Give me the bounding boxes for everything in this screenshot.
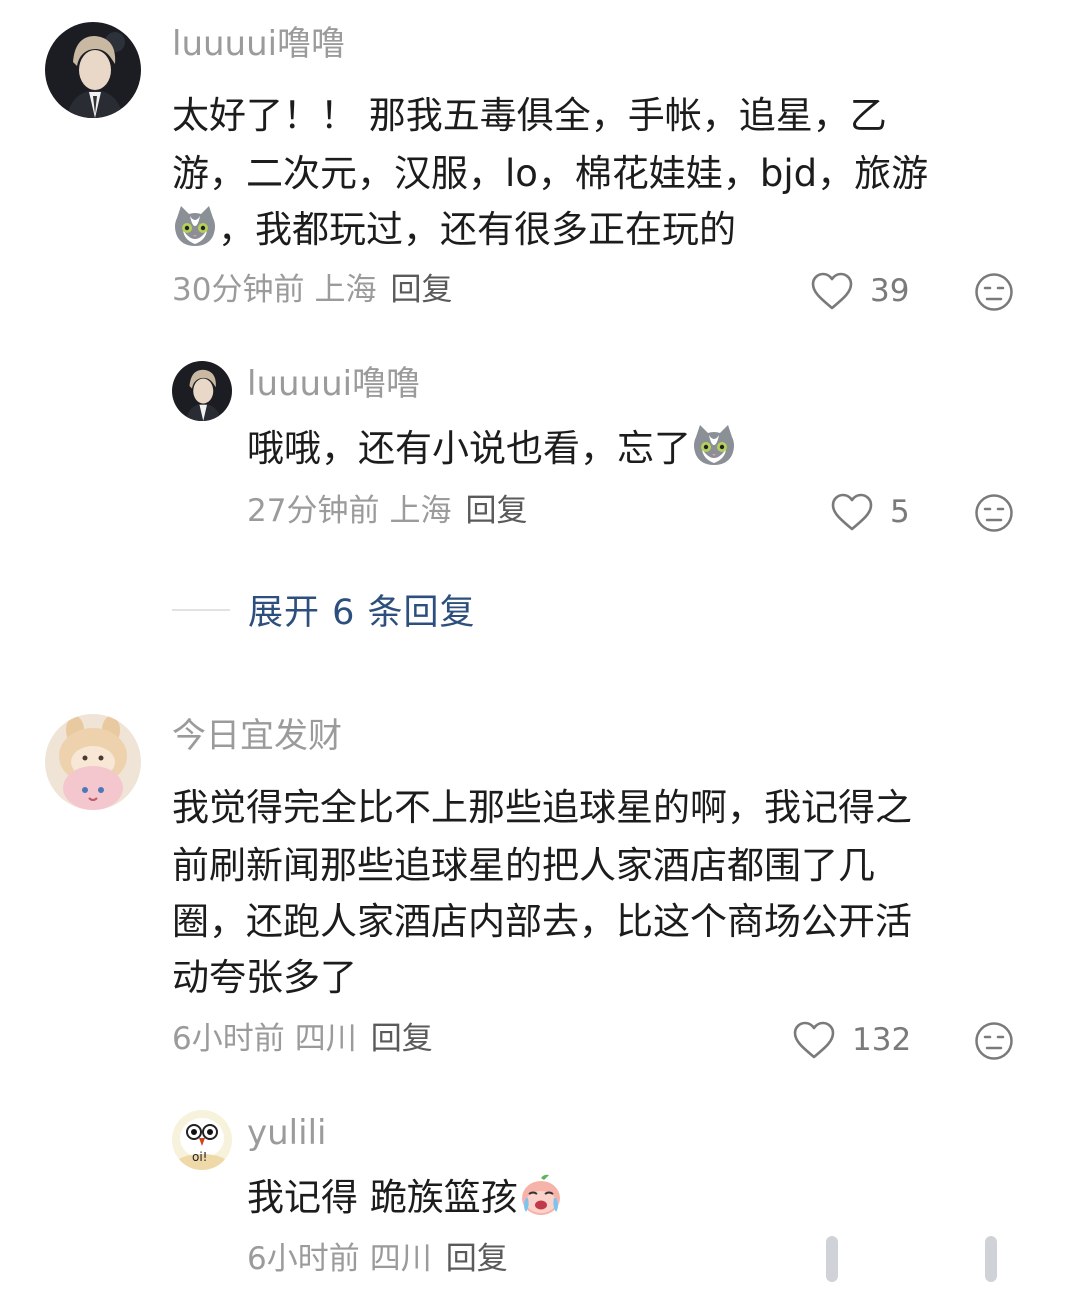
reply-text: 我记得 跪族篮孩 — [247, 1170, 564, 1226]
comment-text-line: ，我都玩过，还有很多正在玩的 — [218, 208, 736, 251]
heart-outline-icon — [811, 272, 853, 310]
heart-outline-icon — [831, 493, 873, 531]
avatar-luuuui[interactable] — [172, 361, 232, 421]
comment-username[interactable]: luuuui噜噜 — [172, 24, 345, 65]
reply-meta: 27分钟前 上海 回复 — [247, 493, 527, 530]
reply-button[interactable]: 回复 — [390, 272, 452, 308]
reply-text-content: 我记得 跪族篮孩 — [247, 1176, 518, 1219]
comment-username[interactable]: 今日宜发财 — [172, 716, 342, 757]
reply-username[interactable]: yulili — [247, 1113, 326, 1154]
expand-replies-button[interactable]: 展开 6 条回复 — [172, 584, 476, 635]
reply-button[interactable]: 回复 — [465, 493, 527, 529]
reply-username[interactable]: luuuui噜噜 — [247, 364, 420, 405]
cat-sticker-icon — [172, 204, 218, 250]
avatar-luuuui[interactable] — [45, 22, 141, 118]
scrollbar-handle[interactable] — [985, 1236, 997, 1282]
expand-replies-label: 展开 6 条回复 — [248, 593, 476, 633]
comment-text: 我觉得完全比不上那些追球星的啊，我记得之 前刷新闻那些追球星的把人家酒店都围了几… — [172, 780, 912, 1006]
neutral-face-icon — [975, 494, 1013, 532]
avatar-text: oi! — [192, 1150, 208, 1164]
crying-peach-sticker-icon — [518, 1172, 564, 1218]
like-count: 132 — [852, 1022, 912, 1058]
dislike-button[interactable] — [974, 1021, 1014, 1061]
like-count: 39 — [870, 273, 910, 309]
neutral-face-icon — [975, 273, 1013, 311]
scrollbar-handle[interactable] — [826, 1236, 838, 1282]
reply-text-content: 哦哦，还有小说也看，忘了 — [247, 427, 691, 470]
comment-text-line: 动夸张多了 — [172, 956, 357, 999]
reply-time: 27分钟前 — [247, 493, 380, 529]
like-button[interactable]: 132 — [792, 1020, 911, 1060]
dislike-button[interactable] — [974, 272, 1014, 312]
comment-text-line: 我觉得完全比不上那些追球星的啊，我记得之 — [172, 786, 912, 829]
reply-time: 6小时前 — [247, 1241, 360, 1277]
reply-button[interactable]: 回复 — [371, 1021, 433, 1057]
comment-location: 四川 — [294, 1021, 357, 1057]
reply-text: 哦哦，还有小说也看，忘了 — [247, 421, 737, 477]
comment-text-line: 圈，还跑人家酒店内部去，比这个商场公开活 — [172, 900, 912, 943]
comment-text: 太好了！！ 那我五毒俱全，手帐，追星，乙 游，二次元，汉服，lo，棉花娃娃，bj… — [172, 88, 928, 258]
like-button[interactable]: 39 — [810, 271, 909, 311]
reply-location: 四川 — [369, 1241, 432, 1277]
comment-location: 上海 — [314, 272, 377, 308]
comment-text-line: 游，二次元，汉服，lo，棉花娃娃，bjd，旅游 — [172, 152, 929, 195]
comment-time: 6小时前 — [172, 1021, 285, 1057]
comment-text-line: 太好了！！ 那我五毒俱全，手帐，追星，乙 — [172, 94, 887, 137]
comment-meta: 6小时前 四川 回复 — [172, 1021, 433, 1058]
avatar-yulili[interactable]: oi! — [172, 1110, 232, 1170]
like-count: 5 — [890, 494, 910, 530]
avatar-jinriyifacai[interactable] — [45, 714, 141, 810]
heart-outline-icon — [793, 1021, 835, 1059]
reply-location: 上海 — [389, 493, 452, 529]
neutral-face-icon — [975, 1022, 1013, 1060]
cat-sticker-icon — [691, 423, 737, 469]
comment-time: 30分钟前 — [172, 272, 305, 308]
like-button[interactable]: 5 — [830, 492, 910, 532]
reply-button[interactable]: 回复 — [446, 1241, 508, 1277]
comment-text-line: 前刷新闻那些追球星的把人家酒店都围了几 — [172, 844, 875, 887]
comment-meta: 30分钟前 上海 回复 — [172, 272, 452, 309]
divider — [172, 608, 230, 611]
reply-meta: 6小时前 四川 回复 — [247, 1241, 508, 1278]
dislike-button[interactable] — [974, 493, 1014, 533]
